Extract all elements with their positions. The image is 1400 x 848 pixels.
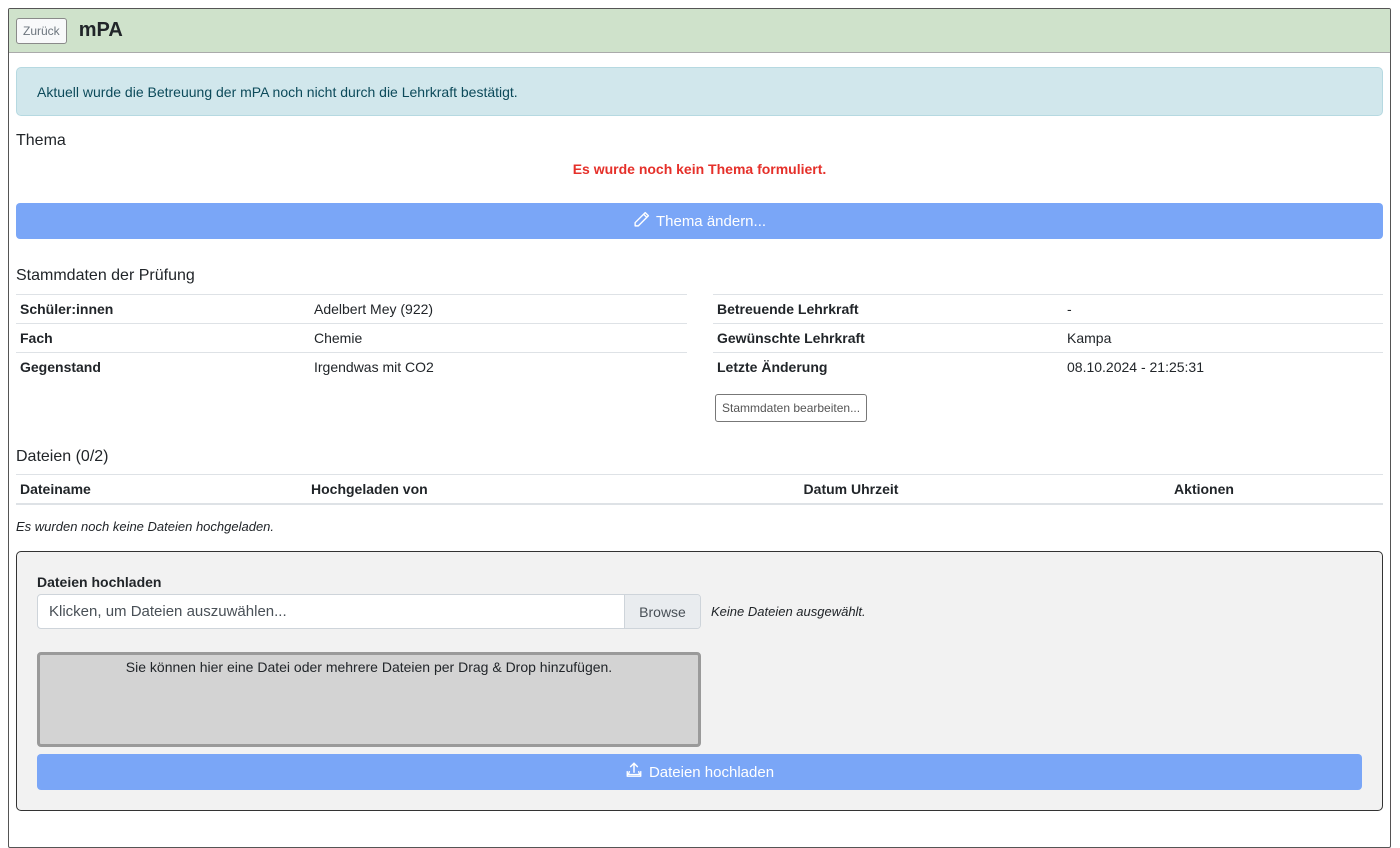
file-input-placeholder: Klicken, um Dateien auszuwählen... [49,603,287,620]
stammdaten-right-table: Betreuende Lehrkraft - Gewünschte Lehrkr… [713,294,1383,382]
files-table: Dateiname Hochgeladen von Datum Uhrzeit … [16,473,1383,505]
field-label: Letzte Änderung [713,352,1063,382]
upload-label: Dateien hochladen [37,574,162,590]
stammdaten-edit-wrap: Stammdaten bearbeiten... [16,393,1383,422]
table-row: Gegenstand Irgendwas mit CO2 [16,352,687,382]
upload-files-button[interactable]: Dateien hochladen [37,754,1362,790]
table-row: Fach Chemie [16,323,687,353]
info-alert: Aktuell wurde die Betreuung der mPA noch… [16,67,1383,116]
info-alert-text: Aktuell wurde die Betreuung der mPA noch… [37,83,518,100]
table-row: Schüler:innen Adelbert Mey (922) [16,294,687,324]
main-content: Aktuell wurde die Betreuung der mPA noch… [9,67,1390,811]
column-header-aktionen: Aktionen [1025,473,1383,505]
upload-icon [625,761,643,783]
stammdaten-grid: Schüler:innen Adelbert Mey (922) Fach Ch… [16,294,1383,382]
field-label: Gewünschte Lehrkraft [713,323,1063,353]
no-files-text: Keine Dateien ausgewählt. [711,604,866,619]
column-header-dateiname: Dateiname [16,473,307,505]
column-header-hochgeladen-von: Hochgeladen von [307,473,677,505]
page-header: Zurück mPA [9,9,1390,53]
field-label: Fach [16,323,310,353]
field-label: Gegenstand [16,352,310,382]
field-value: Kampa [1063,323,1383,353]
pencil-icon [633,211,650,232]
back-button[interactable]: Zurück [16,17,67,44]
field-value: Adelbert Mey (922) [310,294,687,324]
edit-stammdaten-button[interactable]: Stammdaten bearbeiten... [715,393,868,422]
field-value: Irgendwas mit CO2 [310,352,687,382]
file-input-row: Klicken, um Dateien auszuwählen... Brows… [37,594,1362,629]
change-thema-label: Thema ändern... [655,212,767,230]
table-row: Letzte Änderung 08.10.2024 - 21:25:31 [713,352,1383,382]
drop-zone-text: Sie können hier eine Datei oder mehrere … [125,659,613,675]
stammdaten-left-table: Schüler:innen Adelbert Mey (922) Fach Ch… [16,294,687,382]
stammdaten-heading: Stammdaten der Prüfung [16,267,195,284]
file-input[interactable]: Klicken, um Dateien auszuwählen... Brows… [37,594,701,629]
page-frame: Zurück mPA Aktuell wurde die Betreuung d… [8,8,1391,848]
thema-warning: Es wurde noch kein Thema formuliert. [572,161,827,177]
field-value: 08.10.2024 - 21:25:31 [1063,352,1383,382]
column-header-datum-uhrzeit: Datum Uhrzeit [677,473,1025,505]
table-row: Betreuende Lehrkraft - [713,294,1383,324]
upload-card: Dateien hochladen Klicken, um Dateien au… [16,551,1383,811]
table-header-row: Dateiname Hochgeladen von Datum Uhrzeit … [16,473,1383,505]
field-label: Betreuende Lehrkraft [713,294,1063,324]
field-value: Chemie [310,323,687,353]
field-value: - [1063,294,1383,324]
upload-files-label: Dateien hochladen [648,763,775,781]
change-thema-button[interactable]: Thema ändern... [16,203,1383,239]
files-empty-note: Es wurden noch keine Dateien hochgeladen… [16,519,275,534]
drop-zone[interactable]: Sie können hier eine Datei oder mehrere … [37,652,701,747]
field-label: Schüler:innen [16,294,310,324]
thema-heading: Thema [16,132,66,149]
dateien-heading: Dateien (0/2) [16,447,109,465]
page-title: mPA [78,19,123,41]
browse-button[interactable]: Browse [624,595,700,628]
table-row: Gewünschte Lehrkraft Kampa [713,323,1383,353]
